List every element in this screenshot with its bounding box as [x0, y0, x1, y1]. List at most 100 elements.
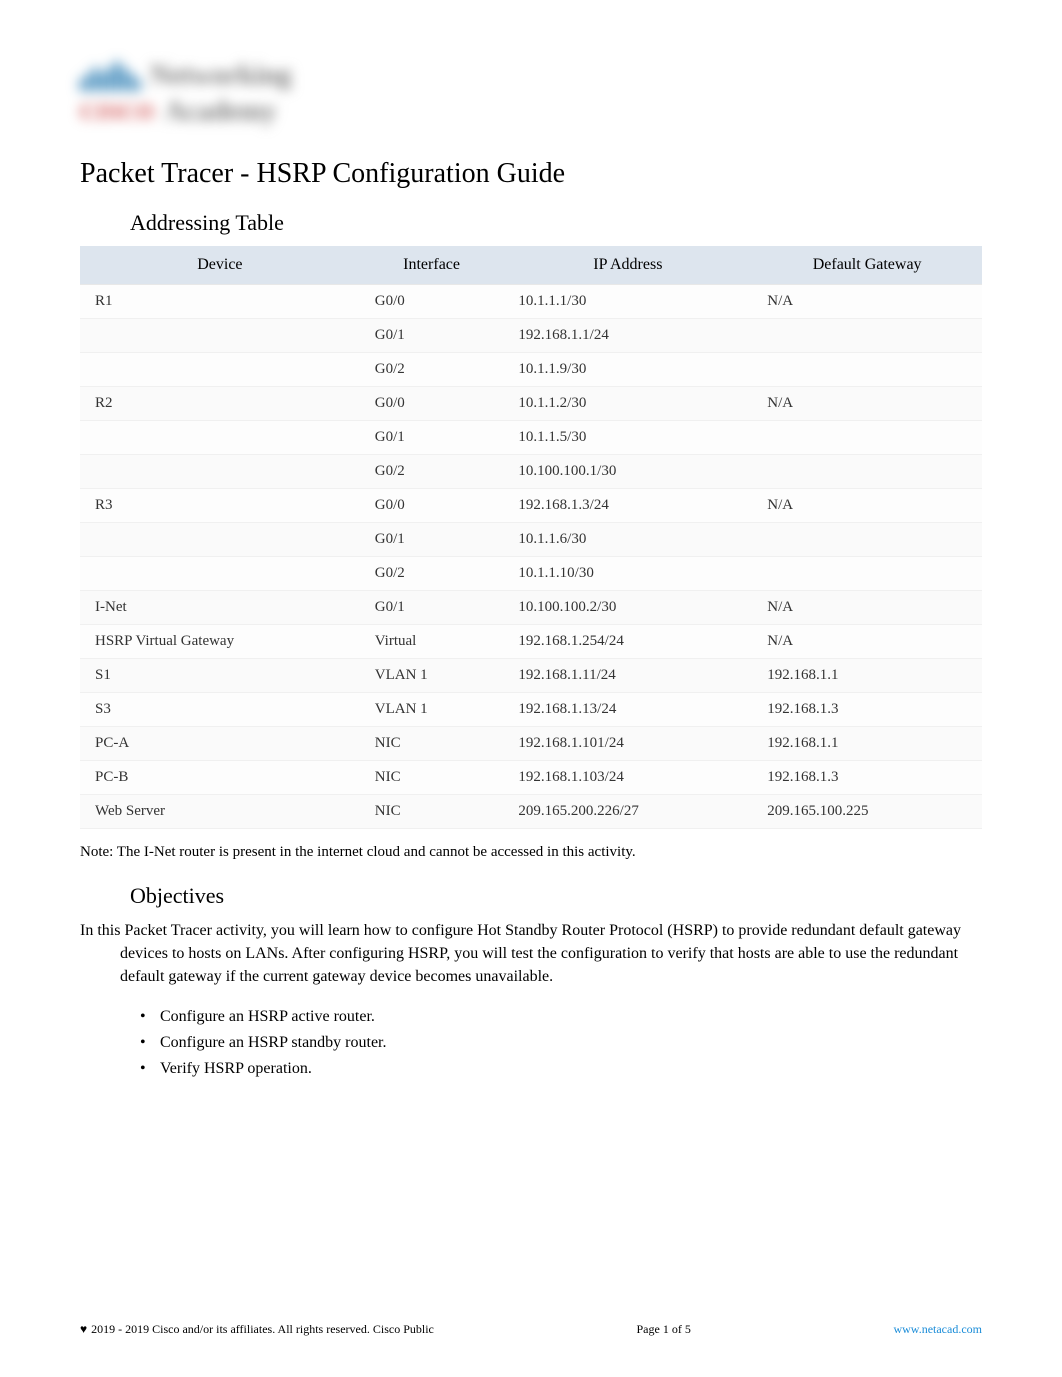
- cell-gateway: [752, 557, 982, 591]
- table-row: G0/1 10.1.1.6/30: [80, 523, 982, 557]
- cell-interface: G0/1: [360, 421, 504, 455]
- objectives-intro: In this Packet Tracer activity, you will…: [80, 919, 982, 989]
- cell-ip: 10.1.1.10/30: [503, 557, 752, 591]
- copyright-text: 2019 - 2019 Cisco and/or its affiliates.…: [91, 1322, 434, 1337]
- cell-ip: 192.168.1.254/24: [503, 625, 752, 659]
- cell-gateway: N/A: [752, 489, 982, 523]
- cell-gateway: N/A: [752, 625, 982, 659]
- cell-device: [80, 523, 360, 557]
- list-item: Configure an HSRP active router.: [140, 1004, 982, 1030]
- cell-gateway: N/A: [752, 591, 982, 625]
- cell-device: [80, 353, 360, 387]
- table-row: R3 G0/0 192.168.1.3/24 N/A: [80, 489, 982, 523]
- cell-device: [80, 421, 360, 455]
- cell-gateway: 192.168.1.3: [752, 693, 982, 727]
- cell-device: PC-B: [80, 761, 360, 795]
- logo-text-academy: Academy: [165, 96, 277, 128]
- cell-device: S3: [80, 693, 360, 727]
- cell-gateway: [752, 421, 982, 455]
- logo-brand-word: CISCO: [80, 99, 155, 125]
- table-row: PC-A NIC 192.168.1.101/24 192.168.1.1: [80, 727, 982, 761]
- page-indicator: Page 1 of 5: [637, 1322, 691, 1337]
- objectives-list: Configure an HSRP active router. Configu…: [80, 1004, 982, 1082]
- cell-ip: 192.168.1.13/24: [503, 693, 752, 727]
- footer-link[interactable]: www.netacad.com: [893, 1322, 982, 1337]
- cell-ip: 192.168.1.101/24: [503, 727, 752, 761]
- table-header-row: Device Interface IP Address Default Gate…: [80, 246, 982, 285]
- page-title: Packet Tracer - HSRP Configuration Guide: [80, 158, 982, 190]
- cell-gateway: 192.168.1.1: [752, 659, 982, 693]
- cell-device: Web Server: [80, 795, 360, 829]
- cell-interface: G0/1: [360, 591, 504, 625]
- table-row: I-Net G0/1 10.100.100.2/30 N/A: [80, 591, 982, 625]
- cell-gateway: 209.165.100.225: [752, 795, 982, 829]
- cell-ip: 209.165.200.226/27: [503, 795, 752, 829]
- cell-gateway: 192.168.1.3: [752, 761, 982, 795]
- table-row: Web Server NIC 209.165.200.226/27 209.16…: [80, 795, 982, 829]
- cell-interface: G0/0: [360, 489, 504, 523]
- cell-device: I-Net: [80, 591, 360, 625]
- cell-interface: G0/0: [360, 387, 504, 421]
- cell-interface: NIC: [360, 727, 504, 761]
- cell-interface: G0/2: [360, 455, 504, 489]
- cell-device: [80, 319, 360, 353]
- table-row: G0/2 10.1.1.10/30: [80, 557, 982, 591]
- cell-ip: 10.1.1.1/30: [503, 285, 752, 319]
- cell-ip: 192.168.1.3/24: [503, 489, 752, 523]
- cell-interface: G0/0: [360, 285, 504, 319]
- table-row: R2 G0/0 10.1.1.2/30 N/A: [80, 387, 982, 421]
- table-row: G0/2 10.1.1.9/30: [80, 353, 982, 387]
- cell-interface: G0/2: [360, 557, 504, 591]
- objectives-intro-text: In this Packet Tracer activity, you will…: [80, 919, 982, 989]
- cell-device: R2: [80, 387, 360, 421]
- cell-device: HSRP Virtual Gateway: [80, 625, 360, 659]
- col-header-interface: Interface: [360, 246, 504, 285]
- note-text: Note: The I-Net router is present in the…: [80, 844, 982, 861]
- cell-gateway: N/A: [752, 285, 982, 319]
- table-row: S1 VLAN 1 192.168.1.11/24 192.168.1.1: [80, 659, 982, 693]
- cell-device: R3: [80, 489, 360, 523]
- cell-ip: 10.1.1.5/30: [503, 421, 752, 455]
- cisco-bars-icon: [80, 61, 140, 91]
- cell-ip: 192.168.1.103/24: [503, 761, 752, 795]
- cell-device: PC-A: [80, 727, 360, 761]
- cell-ip: 10.100.100.1/30: [503, 455, 752, 489]
- cell-device: R1: [80, 285, 360, 319]
- table-row: S3 VLAN 1 192.168.1.13/24 192.168.1.3: [80, 693, 982, 727]
- cell-ip: 10.1.1.6/30: [503, 523, 752, 557]
- table-row: HSRP Virtual Gateway Virtual 192.168.1.2…: [80, 625, 982, 659]
- cell-interface: NIC: [360, 795, 504, 829]
- cell-ip: 10.100.100.2/30: [503, 591, 752, 625]
- cell-ip: 10.1.1.9/30: [503, 353, 752, 387]
- cell-gateway: [752, 455, 982, 489]
- list-item: Verify HSRP operation.: [140, 1056, 982, 1082]
- cell-device: S1: [80, 659, 360, 693]
- cell-interface: VLAN 1: [360, 693, 504, 727]
- cell-gateway: N/A: [752, 387, 982, 421]
- brand-logo: Networking CISCO Academy: [80, 60, 982, 128]
- list-item: Configure an HSRP standby router.: [140, 1030, 982, 1056]
- cell-ip: 10.1.1.2/30: [503, 387, 752, 421]
- heart-icon: ♥: [80, 1322, 87, 1337]
- cell-interface: G0/1: [360, 523, 504, 557]
- cell-interface: VLAN 1: [360, 659, 504, 693]
- cell-gateway: 192.168.1.1: [752, 727, 982, 761]
- cell-gateway: [752, 523, 982, 557]
- table-row: G0/1 10.1.1.5/30: [80, 421, 982, 455]
- addressing-table: Device Interface IP Address Default Gate…: [80, 246, 982, 829]
- footer-left: ♥ 2019 - 2019 Cisco and/or its affiliate…: [80, 1322, 434, 1337]
- table-row: G0/1 192.168.1.1/24: [80, 319, 982, 353]
- cell-interface: G0/1: [360, 319, 504, 353]
- cell-interface: Virtual: [360, 625, 504, 659]
- cell-ip: 192.168.1.1/24: [503, 319, 752, 353]
- logo-text-networking: Networking: [150, 60, 292, 92]
- cell-gateway: [752, 353, 982, 387]
- table-row: G0/2 10.100.100.1/30: [80, 455, 982, 489]
- table-row: PC-B NIC 192.168.1.103/24 192.168.1.3: [80, 761, 982, 795]
- cell-interface: G0/2: [360, 353, 504, 387]
- col-header-device: Device: [80, 246, 360, 285]
- col-header-gateway: Default Gateway: [752, 246, 982, 285]
- cell-gateway: [752, 319, 982, 353]
- col-header-ip: IP Address: [503, 246, 752, 285]
- cell-device: [80, 557, 360, 591]
